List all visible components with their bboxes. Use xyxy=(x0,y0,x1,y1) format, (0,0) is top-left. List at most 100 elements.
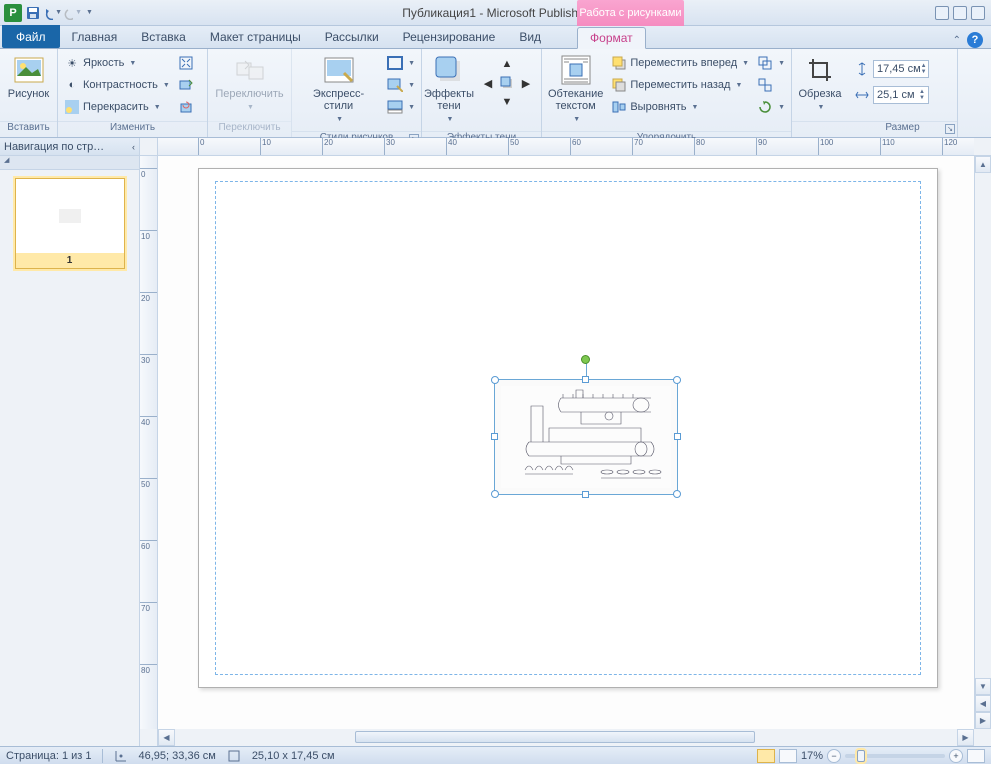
zoom-value[interactable]: 17% xyxy=(801,750,823,762)
resize-handle-nw[interactable] xyxy=(491,376,499,384)
nudge-right-icon[interactable]: ▶ xyxy=(518,75,534,91)
hscroll-thumb[interactable] xyxy=(355,731,755,743)
align-button[interactable]: Выровнять▼ xyxy=(611,96,749,118)
crop-button[interactable]: Обрезка▼ xyxy=(798,52,842,116)
redo-icon[interactable]: ▼ xyxy=(64,4,82,22)
help-icon[interactable]: ? xyxy=(967,32,983,48)
next-page-icon[interactable]: ▶ xyxy=(975,712,991,729)
maximize-button[interactable] xyxy=(953,6,967,20)
tab-view[interactable]: Вид xyxy=(507,26,553,48)
resize-handle-s[interactable] xyxy=(582,491,589,498)
recolor-button[interactable]: Перекрасить▼ xyxy=(64,96,170,118)
caption-button[interactable]: ▼ xyxy=(387,96,415,118)
resize-handle-sw[interactable] xyxy=(491,490,499,498)
fit-page-button[interactable] xyxy=(967,749,985,763)
nudge-down-icon[interactable]: ▼ xyxy=(499,94,515,110)
app-icon: P xyxy=(4,4,22,22)
qat-customize-icon[interactable]: ▼ xyxy=(86,9,93,16)
width-input[interactable]: 25,1 см▲▼ xyxy=(873,86,929,104)
text-wrap-button[interactable]: Обтекание текстом▼ xyxy=(548,52,603,128)
rotate-button[interactable]: ▼ xyxy=(757,96,785,118)
tab-home[interactable]: Главная xyxy=(60,26,130,48)
file-tab[interactable]: Файл xyxy=(2,25,60,48)
horizontal-ruler[interactable]: 0102030405060708090100110120 xyxy=(158,138,974,156)
border-icon xyxy=(387,55,403,71)
change-picture-icon xyxy=(178,77,194,93)
change-picture-button[interactable] xyxy=(178,74,194,96)
scroll-right-icon[interactable]: ▶ xyxy=(957,729,974,746)
contrast-button[interactable]: ◐Контрастность▼ xyxy=(64,74,170,96)
picture-border-button[interactable]: ▼ xyxy=(387,52,415,74)
dialog-launcher-icon[interactable]: ↘ xyxy=(945,124,955,134)
shadow-toggle-icon[interactable] xyxy=(499,75,515,91)
page-thumbnail[interactable]: 1 xyxy=(15,178,125,269)
prev-page-icon[interactable]: ◀ xyxy=(975,695,991,712)
crop-icon xyxy=(804,54,836,86)
group-label-switch: Переключить xyxy=(208,121,291,137)
view-single-page-button[interactable] xyxy=(757,749,775,763)
send-backward-button[interactable]: Переместить назад▼ xyxy=(611,74,749,96)
group-label-change: Изменить xyxy=(58,121,207,137)
tab-insert[interactable]: Вставка xyxy=(129,26,198,48)
resize-handle-e[interactable] xyxy=(674,433,681,440)
collapse-icon[interactable]: ‹ xyxy=(132,142,135,152)
express-styles-button[interactable]: Экспресс-стили▼ xyxy=(298,52,379,128)
canvas[interactable] xyxy=(158,156,974,729)
tab-mailings[interactable]: Рассылки xyxy=(313,26,391,48)
view-two-page-button[interactable] xyxy=(779,749,797,763)
ungroup-button[interactable] xyxy=(757,74,785,96)
compress-button[interactable] xyxy=(178,52,194,74)
tab-page-layout[interactable]: Макет страницы xyxy=(198,26,313,48)
reset-picture-button[interactable] xyxy=(178,96,194,118)
zoom-in-button[interactable]: + xyxy=(949,749,963,763)
width-icon xyxy=(854,87,870,103)
resize-handle-se[interactable] xyxy=(673,490,681,498)
ribbon-tabs: Файл Главная Вставка Макет страницы Расс… xyxy=(0,26,991,49)
nav-header[interactable]: Навигация по стр…‹ xyxy=(0,138,139,156)
vertical-ruler[interactable]: 01020304050607080 xyxy=(140,156,158,729)
scroll-up-icon[interactable]: ▲ xyxy=(975,156,991,173)
undo-icon[interactable]: ▼ xyxy=(44,4,62,22)
nudge-left-icon[interactable]: ◀ xyxy=(480,75,496,91)
height-input[interactable]: 17,45 см▲▼ xyxy=(873,60,929,78)
zoom-slider[interactable] xyxy=(845,754,945,758)
resize-handle-w[interactable] xyxy=(491,433,498,440)
resize-handle-n[interactable] xyxy=(582,376,589,383)
tab-format[interactable]: Формат xyxy=(577,27,646,49)
bring-forward-icon xyxy=(611,55,627,71)
contrast-icon: ◐ xyxy=(64,77,80,93)
align-icon xyxy=(611,99,627,115)
object-size-icon xyxy=(226,748,242,764)
status-object-size: 25,10 x 17,45 см xyxy=(252,750,335,762)
shadow-effects-button[interactable]: Эффекты тени▼ xyxy=(428,52,470,128)
horizontal-scrollbar[interactable]: ◀ ▶ xyxy=(158,729,974,746)
rotation-handle[interactable] xyxy=(581,355,590,364)
window-controls xyxy=(935,6,991,20)
status-cursor-position: 46,95; 33,36 см xyxy=(139,750,216,762)
zoom-out-button[interactable]: − xyxy=(827,749,841,763)
resize-handle-ne[interactable] xyxy=(673,376,681,384)
picture-shape-button[interactable]: ▼ xyxy=(387,74,415,96)
thumbnail-page-number: 1 xyxy=(16,253,124,268)
minimize-ribbon-icon[interactable]: ⌃ xyxy=(953,35,961,46)
scroll-down-icon[interactable]: ▼ xyxy=(975,678,991,695)
save-icon[interactable] xyxy=(24,4,42,22)
group-insert: Рисунок Вставить xyxy=(0,49,58,137)
close-button[interactable] xyxy=(971,6,985,20)
nudge-up-icon[interactable]: ▲ xyxy=(499,56,515,72)
status-page-info[interactable]: Страница: 1 из 1 xyxy=(6,750,92,762)
brightness-button[interactable]: ☀Яркость▼ xyxy=(64,52,170,74)
reset-icon xyxy=(178,99,194,115)
vertical-scrollbar[interactable]: ▲ ▼ ◀ ▶ xyxy=(974,156,991,729)
bring-forward-button[interactable]: Переместить вперед▼ xyxy=(611,52,749,74)
scroll-left-icon[interactable]: ◀ xyxy=(158,729,175,746)
selected-picture[interactable] xyxy=(494,379,678,495)
tab-review[interactable]: Рецензирование xyxy=(391,26,508,48)
ungroup-icon xyxy=(757,77,773,93)
publication-page[interactable] xyxy=(198,168,938,688)
insert-picture-button[interactable]: Рисунок xyxy=(6,52,51,102)
zoom-slider-thumb[interactable] xyxy=(857,750,865,762)
group-objects-button[interactable]: ▼ xyxy=(757,52,785,74)
group-change: ☀Яркость▼ ◐Контрастность▼ Перекрасить▼ И… xyxy=(58,49,208,137)
minimize-button[interactable] xyxy=(935,6,949,20)
